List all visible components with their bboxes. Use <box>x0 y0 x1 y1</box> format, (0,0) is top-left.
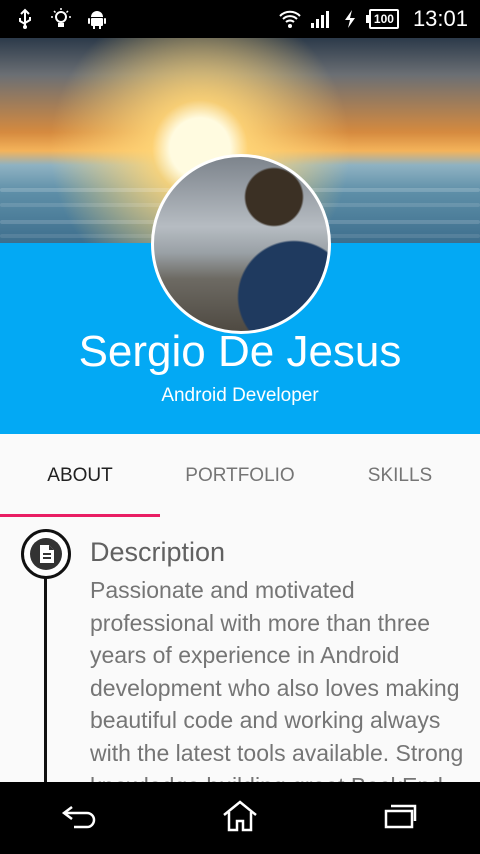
avatar <box>151 154 331 334</box>
clock: 13:01 <box>412 6 468 31</box>
section-body: Passionate and motivated professional wi… <box>90 577 464 799</box>
lightbulb-icon <box>50 8 72 30</box>
recents-button[interactable] <box>370 793 430 843</box>
signal-icon <box>309 8 331 30</box>
android-icon <box>86 8 108 30</box>
wifi-icon <box>279 8 301 30</box>
timeline-line <box>44 575 47 785</box>
tab-bar: ABOUT PORTFOLIO SKILLS <box>0 434 480 518</box>
status-bar-system: 100 13:01 <box>279 6 480 32</box>
back-button[interactable] <box>50 793 110 843</box>
tab-portfolio[interactable]: PORTFOLIO <box>160 434 320 518</box>
tab-skills[interactable]: SKILLS <box>320 434 480 518</box>
tab-indicator <box>0 514 160 517</box>
tab-about[interactable]: ABOUT <box>0 434 160 518</box>
charging-icon <box>339 8 361 30</box>
usb-icon <box>14 8 36 30</box>
timeline-icon <box>21 529 71 579</box>
back-icon <box>60 801 100 836</box>
battery-indicator: 100 <box>365 9 399 29</box>
document-icon <box>30 538 62 570</box>
home-icon <box>220 799 260 838</box>
profile-name: Sergio De Jesus <box>78 327 402 376</box>
section-title: Description <box>90 537 226 567</box>
about-section: Description Passionate and motivated pro… <box>90 534 470 802</box>
status-bar: 100 13:01 <box>0 0 480 38</box>
profile-role: Android Developer <box>161 385 319 406</box>
navigation-bar <box>0 782 480 854</box>
status-bar-notifications <box>0 8 108 30</box>
home-button[interactable] <box>210 793 270 843</box>
recents-icon <box>380 801 420 836</box>
